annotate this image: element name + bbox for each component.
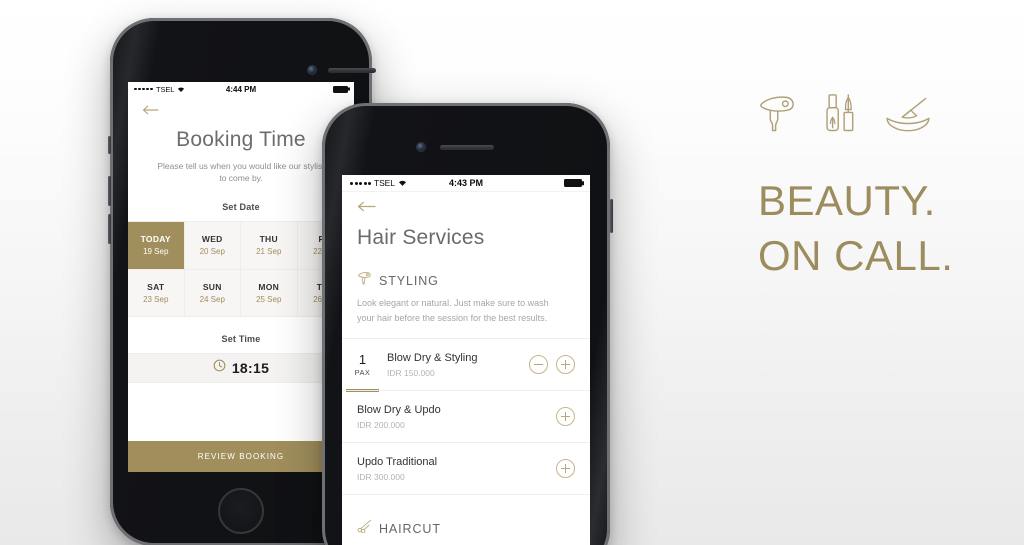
front-camera-icon bbox=[417, 143, 425, 151]
arrow-left-icon bbox=[142, 102, 354, 120]
service-controls bbox=[529, 355, 575, 375]
date-cell-date: 24 Sep bbox=[199, 294, 225, 304]
category-name: HAIRCUT bbox=[379, 521, 441, 536]
plus-circle-icon[interactable] bbox=[556, 459, 575, 479]
clock-icon bbox=[213, 359, 226, 377]
mute-switch[interactable] bbox=[107, 136, 111, 154]
service-name: Blow Dry & Styling bbox=[387, 351, 478, 364]
minus-circle-icon[interactable] bbox=[529, 355, 548, 375]
volume-up-button[interactable] bbox=[107, 176, 111, 206]
page-title: Booking Time bbox=[176, 128, 306, 151]
category-header-haircut: HAIRCUT bbox=[342, 494, 590, 538]
date-cell[interactable]: MON 25 Sep bbox=[241, 268, 298, 316]
date-cell-day: MON bbox=[258, 281, 280, 292]
brand-tagline: BEAUTY. ON CALL. bbox=[758, 174, 1008, 283]
set-time-label: Set Time bbox=[221, 333, 261, 344]
service-row[interactable]: Updo Traditional IDR 300.000 bbox=[342, 442, 590, 494]
category-description: Look elegant or natural. Just make sure … bbox=[357, 298, 549, 323]
hair-dryer-icon bbox=[357, 271, 372, 290]
date-cell[interactable]: SAT 23 Sep bbox=[128, 268, 185, 316]
date-cell-day: WED bbox=[201, 234, 223, 245]
date-cell[interactable]: TODAY 19 Sep bbox=[128, 221, 185, 269]
brand-tagline-line-1: BEAUTY. bbox=[758, 177, 936, 224]
date-picker-grid: TODAY 19 Sep WED 20 Sep THU 21 Sep FRI 2… bbox=[128, 220, 354, 317]
status-bar: TSEL 4:43 PM bbox=[342, 175, 590, 192]
status-bar-right bbox=[564, 179, 582, 187]
date-cell-date: 20 Sep bbox=[199, 247, 225, 257]
status-bar-clock: 4:44 PM bbox=[225, 84, 257, 94]
service-controls bbox=[556, 459, 575, 479]
service-price: IDR 150.000 bbox=[387, 367, 435, 378]
date-cell-day: SAT bbox=[147, 281, 165, 292]
earpiece-speaker bbox=[328, 68, 376, 73]
date-cell[interactable]: THU 21 Sep bbox=[241, 221, 298, 269]
service-list: 1 PAX Blow Dry & Styling IDR 150.000 Blo… bbox=[342, 338, 590, 494]
back-button[interactable] bbox=[342, 192, 590, 217]
service-row[interactable]: Blow Dry & Updo IDR 200.000 bbox=[342, 390, 590, 442]
date-cell-day: TODAY bbox=[140, 234, 171, 245]
hair-services-screen: TSEL 4:43 PM Hair Services STYLING Look … bbox=[342, 175, 590, 545]
set-date-label: Set Date bbox=[222, 201, 260, 212]
review-booking-button[interactable]: REVIEW BOOKING bbox=[128, 441, 354, 472]
selected-time-value: 18:15 bbox=[231, 359, 270, 376]
date-cell-date: 23 Sep bbox=[143, 294, 169, 304]
home-button[interactable] bbox=[218, 488, 264, 534]
quantity-unit: PAX bbox=[354, 368, 371, 378]
page-subtitle: Please tell us when you would like our s… bbox=[157, 161, 325, 184]
service-row[interactable]: 1 PAX Blow Dry & Styling IDR 150.000 bbox=[342, 338, 590, 392]
brand-tagline-line-2: ON CALL. bbox=[758, 231, 954, 279]
brand-panel: BEAUTY. ON CALL. bbox=[758, 92, 1008, 283]
arrow-left-icon bbox=[357, 199, 590, 217]
service-controls bbox=[556, 407, 575, 427]
back-button[interactable] bbox=[128, 96, 354, 120]
status-bar: TSEL 4:44 PM bbox=[128, 82, 354, 96]
date-cell-day: SUN bbox=[202, 281, 222, 292]
service-name: Updo Traditional bbox=[357, 455, 438, 468]
date-cell[interactable]: WED 20 Sep bbox=[185, 221, 241, 269]
earpiece-speaker bbox=[440, 145, 494, 150]
date-cell-date: 19 Sep bbox=[143, 247, 169, 257]
category-name: STYLING bbox=[379, 273, 439, 288]
date-cell-date: 21 Sep bbox=[256, 247, 282, 257]
plus-circle-icon[interactable] bbox=[556, 355, 575, 375]
service-info: Blow Dry & Updo IDR 200.000 bbox=[342, 404, 556, 430]
time-picker[interactable]: 18:15 bbox=[128, 352, 354, 383]
service-info: Blow Dry & Styling IDR 150.000 bbox=[383, 352, 529, 378]
category-header-styling: STYLING bbox=[342, 250, 590, 290]
battery-full-icon bbox=[333, 85, 348, 93]
service-name: Blow Dry & Updo bbox=[357, 403, 441, 416]
phone-mockup-services: TSEL 4:43 PM Hair Services STYLING Look … bbox=[322, 103, 613, 545]
plus-circle-icon[interactable] bbox=[556, 407, 575, 427]
quantity-number: 1 bbox=[358, 352, 367, 368]
service-price: IDR 300.000 bbox=[357, 471, 405, 482]
promo-canvas: TSEL 4:44 PM Booking Time Please tell us… bbox=[0, 0, 1024, 545]
service-price: IDR 200.000 bbox=[357, 419, 405, 430]
front-camera-icon bbox=[308, 66, 316, 74]
power-button[interactable] bbox=[609, 199, 613, 233]
date-cell-date: 25 Sep bbox=[256, 294, 282, 304]
status-bar-clock: 4:43 PM bbox=[448, 178, 483, 188]
brand-icon-row bbox=[758, 92, 1008, 138]
quantity-stepper-value: 1 PAX bbox=[342, 339, 383, 392]
status-bar-right bbox=[333, 85, 348, 93]
hair-dryer-icon bbox=[758, 93, 802, 138]
nail-polish-icon bbox=[824, 93, 862, 138]
spa-bowl-icon bbox=[884, 95, 932, 138]
page-title: Hair Services bbox=[357, 226, 485, 249]
booking-screen: TSEL 4:44 PM Booking Time Please tell us… bbox=[128, 82, 354, 472]
date-cell[interactable]: SUN 24 Sep bbox=[184, 268, 241, 316]
service-info: Updo Traditional IDR 300.000 bbox=[342, 456, 556, 482]
battery-full-icon bbox=[564, 179, 582, 187]
volume-down-button[interactable] bbox=[107, 214, 111, 244]
date-cell-day: THU bbox=[259, 234, 278, 245]
scissors-icon bbox=[357, 519, 372, 538]
